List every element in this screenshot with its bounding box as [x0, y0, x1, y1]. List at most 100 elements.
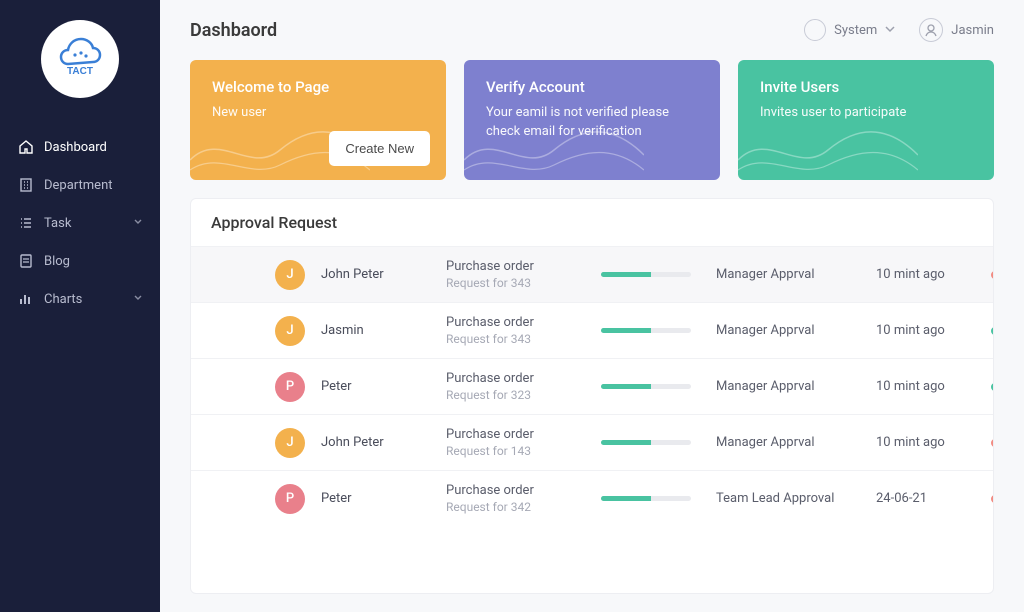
progress-track [601, 496, 691, 501]
info-card-teal: Invite UsersInvites user to participate [738, 60, 994, 180]
table-row[interactable]: PPeterPurchase orderRequest for 323Manag… [191, 358, 993, 414]
sidebar-item-label: Blog [44, 254, 70, 269]
row-status [991, 495, 994, 503]
row-time: 10 mint ago [876, 435, 981, 450]
row-name: Peter [321, 491, 436, 506]
card-title: Verify Account [486, 78, 698, 96]
card-title: Invite Users [760, 78, 972, 96]
building-icon [18, 177, 34, 193]
doc-icon [18, 253, 34, 269]
chevron-down-icon [134, 294, 142, 305]
progress-track [601, 328, 691, 333]
approval-rows: J John Peter Purchase order Request for 343… [191, 246, 993, 526]
card-body: New user [212, 104, 424, 123]
row-stage: Manager Apprval [716, 379, 866, 394]
row-name: John Peter [321, 435, 436, 450]
topbar: Dashbaord System Jasmin [190, 18, 994, 42]
row-time: 10 mint ago [876, 267, 981, 282]
row-stage: Manager Apprval [716, 435, 866, 450]
request-subtitle: Request for 323 [446, 388, 591, 402]
circle-icon [804, 19, 826, 41]
row-time: 10 mint ago [876, 379, 981, 394]
row-stage: Manager Apprval [716, 323, 866, 338]
approval-panel: Approval Request JJohn PeterPurchase ord… [190, 198, 994, 594]
row-progress [601, 440, 706, 445]
request-subtitle: Request for 143 [446, 444, 591, 458]
progress-bar [601, 384, 651, 389]
create-new-button[interactable]: Create New [329, 131, 430, 166]
row-request: Purchase order Request for 342 [446, 483, 591, 514]
nav: Dashboard Department Task Blog Charts [0, 128, 160, 318]
table-row[interactable]: J John Peter Purchase order Request for 143… [191, 414, 993, 470]
status-dot-icon [991, 271, 994, 279]
row-request: Purchase order Request for 343 [446, 315, 591, 346]
table-row[interactable]: J Jasmin Purchase order Request for 343 Mana… [191, 302, 993, 358]
avatar-cell: J [211, 260, 311, 290]
progress-track [601, 384, 691, 389]
avatar-cell: P [211, 372, 311, 402]
logo: TACT [0, 10, 160, 128]
topbar-right: System Jasmin [804, 18, 994, 42]
status-dot-icon [991, 327, 994, 335]
chevron-down-icon [134, 218, 142, 229]
request-subtitle: Request for 343 [446, 276, 591, 290]
sidebar-item-department[interactable]: Department [0, 166, 160, 204]
status-dot-icon [991, 383, 994, 391]
row-time: 24-06-21 [876, 491, 981, 506]
table-row[interactable]: P Peter Purchase order Request for 342 Team … [191, 470, 993, 526]
sidebar-item-label: Task [44, 216, 71, 231]
row-request: Purchase order Request for 323 [446, 371, 591, 402]
avatar: J [275, 428, 305, 458]
avatar-cell: J [211, 428, 311, 458]
list-icon [18, 215, 34, 231]
request-title: Purchase order [446, 315, 591, 330]
request-subtitle: Request for 342 [446, 500, 591, 514]
user-icon [919, 18, 943, 42]
user-menu[interactable]: Jasmin [919, 18, 994, 42]
progress-track [601, 440, 691, 445]
progress-bar [601, 328, 651, 333]
row-stage: Manager Apprval [716, 267, 866, 282]
info-card-purple: Verify Account Your eamil is not verified… [464, 60, 720, 180]
row-progress [601, 384, 706, 389]
row-status [991, 271, 994, 279]
sidebar-item-charts[interactable]: Charts [0, 280, 160, 318]
request-title: Purchase order [446, 483, 591, 498]
row-status [991, 327, 994, 335]
sidebar-item-label: Dashboard [44, 140, 107, 155]
status-dot-icon [991, 495, 994, 503]
progress-bar [601, 272, 651, 277]
request-title: Purchase order [446, 427, 591, 442]
row-name: Jasmin [321, 323, 436, 338]
sidebar-item-task[interactable]: Task [0, 204, 160, 242]
cloud-logo-icon: TACT [53, 32, 107, 86]
request-title: Purchase order [446, 259, 591, 274]
sidebar-item-blog[interactable]: Blog [0, 242, 160, 280]
row-name: John Peter [321, 267, 436, 282]
request-title: Purchase order [446, 371, 591, 386]
system-dropdown[interactable]: System [804, 19, 895, 41]
progress-bar [601, 496, 651, 501]
info-card-orange: Welcome to PageNew userCreate New [190, 60, 446, 180]
row-progress [601, 496, 706, 501]
home-icon [18, 139, 34, 155]
sidebar-item-dashboard[interactable]: Dashboard [0, 128, 160, 166]
request-subtitle: Request for 343 [446, 332, 591, 346]
table-row[interactable]: J John Peter Purchase order Request for 343… [191, 246, 993, 302]
sidebar-item-label: Department [44, 178, 113, 193]
row-time: 10 mint ago [876, 323, 981, 338]
row-request: Purchase order Request for 143 [446, 427, 591, 458]
row-progress [601, 272, 706, 277]
sidebar-item-label: Charts [44, 292, 82, 307]
avatar: P [275, 372, 305, 402]
avatar: P [275, 484, 305, 514]
row-request: Purchase order Request for 343 [446, 259, 591, 290]
row-stage: Team Lead Approval [716, 491, 866, 506]
avatar: J [275, 260, 305, 290]
wave-icon [738, 120, 918, 180]
cards-row: Welcome to PageNew userCreate NewVerify … [190, 60, 994, 180]
progress-track [601, 272, 691, 277]
row-status [991, 439, 994, 447]
card-body: Your eamil is not verified please check … [486, 104, 698, 142]
avatar-cell: J [211, 316, 311, 346]
